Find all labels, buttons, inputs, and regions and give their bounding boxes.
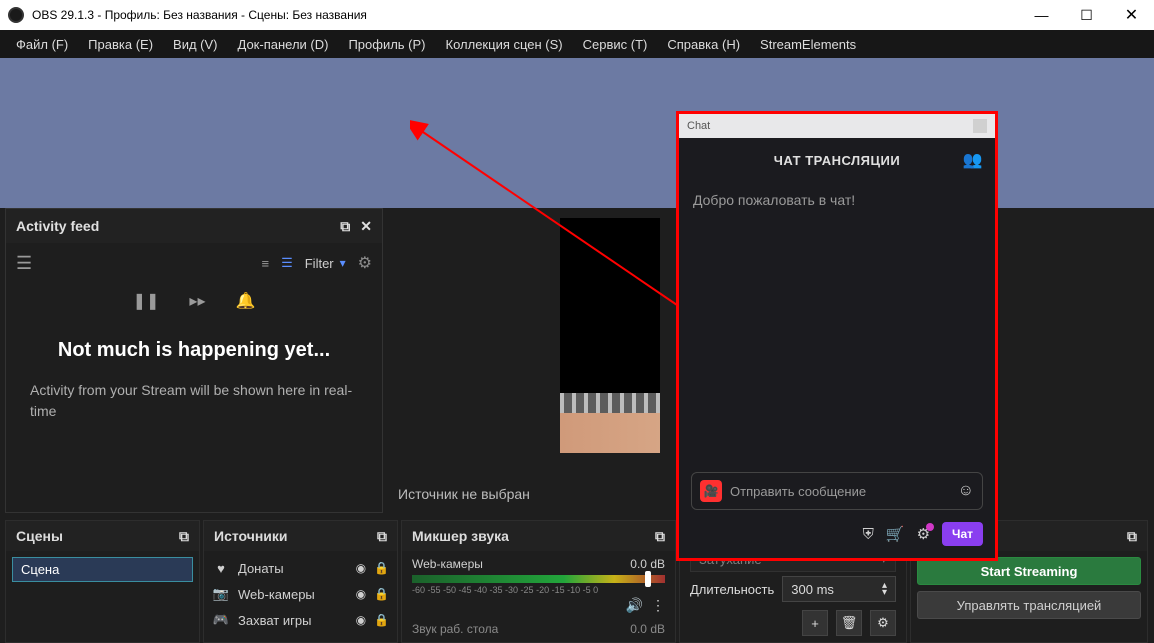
camera-icon: 📷	[212, 586, 230, 602]
menu-edit[interactable]: Правка (E)	[80, 33, 161, 56]
visibility-icon[interactable]: ◉	[356, 561, 366, 575]
duration-input[interactable]: 300 ms ▴▾	[782, 576, 896, 602]
mixer-meter	[412, 575, 665, 583]
heart-icon: ♥	[212, 561, 230, 576]
list-icon[interactable]: ☰	[281, 255, 293, 271]
viewers-icon[interactable]: 👥	[963, 150, 983, 170]
pause-icon[interactable]: ❚❚	[133, 291, 160, 311]
audio-mixer-dock: Микшер звука ⧉ Web-камеры 0.0 dB -60 -55…	[401, 520, 676, 643]
manage-broadcast-button[interactable]: Управлять трансляцией	[917, 591, 1141, 619]
chat-welcome-text: Добро пожаловать в чат!	[693, 192, 855, 208]
filter-label: Filter	[305, 256, 334, 271]
preview-source-tile[interactable]	[560, 218, 660, 453]
source-name: Захват игры	[238, 613, 348, 628]
menu-bar: Файл (F) Правка (E) Вид (V) Док-панели (…	[0, 30, 1154, 58]
lock-icon[interactable]: 🔒	[374, 613, 389, 627]
emoji-icon[interactable]: ☺	[958, 482, 974, 500]
popout-icon[interactable]: ⧉	[377, 528, 387, 545]
preview-thumbnail	[560, 393, 660, 453]
start-streaming-button[interactable]: Start Streaming	[917, 557, 1141, 585]
window-title: OBS 29.1.3 - Профиль: Без названия - Сце…	[32, 8, 367, 22]
activity-feed-title: Activity feed	[16, 218, 99, 234]
chat-window-titlebar[interactable]: Chat	[679, 114, 995, 138]
lock-icon[interactable]: 🔒	[374, 561, 389, 575]
source-name: Web-камеры	[238, 587, 348, 602]
filter-dropdown[interactable]: Filter ▾	[305, 256, 346, 271]
mixer-channel-name: Web-камеры	[412, 557, 630, 571]
mixer-channel-webcam: Web-камеры 0.0 dB -60 -55 -50 -45 -40 -3…	[412, 557, 665, 614]
gear-icon[interactable]: ⚙	[358, 253, 372, 273]
sources-dock: Источники ⧉ ♥ Донаты ◉ 🔒 📷 Web-камеры ◉ …	[203, 520, 398, 643]
more-icon[interactable]: ⋮	[651, 597, 665, 614]
chat-window-title: Chat	[687, 120, 710, 132]
mixer-scale: -60 -55 -50 -45 -40 -35 -30 -25 -20 -15 …	[412, 585, 665, 595]
chat-send-button[interactable]: Чат	[942, 522, 983, 546]
source-name: Донаты	[238, 561, 348, 576]
popout-icon[interactable]: ⧉	[655, 528, 665, 545]
menu-docks[interactable]: Док-панели (D)	[230, 33, 337, 56]
duration-value: 300 ms	[791, 582, 834, 597]
scene-item[interactable]: Сцена	[12, 557, 193, 582]
visibility-icon[interactable]: ◉	[356, 587, 366, 601]
mixer-channel-value: 0.0 dB	[630, 557, 665, 571]
source-item-gamecapture[interactable]: 🎮 Захват игры ◉ 🔒	[204, 607, 397, 633]
add-transition-button[interactable]: +	[802, 610, 828, 636]
popout-icon[interactable]: ⧉	[1127, 528, 1137, 545]
source-item-donations[interactable]: ♥ Донаты ◉ 🔒	[204, 555, 397, 581]
speaker-icon[interactable]: 🔊	[626, 597, 643, 614]
hamburger-icon[interactable]: ☰	[16, 253, 32, 274]
list-compact-icon[interactable]: ≡	[261, 256, 269, 271]
window-minimize-button[interactable]: —	[1019, 0, 1064, 30]
close-panel-icon[interactable]: ✕	[360, 218, 372, 235]
game-icon: 🎮	[212, 612, 230, 628]
visibility-icon[interactable]: ◉	[356, 613, 366, 627]
shield-icon[interactable]: ⛨	[863, 526, 874, 543]
window-titlebar: OBS 29.1.3 - Профиль: Без названия - Сце…	[0, 0, 1154, 30]
obs-logo-icon	[8, 7, 24, 23]
cart-icon[interactable]: 🛒	[886, 525, 905, 543]
window-close-button[interactable]: ✕	[1109, 0, 1154, 30]
menu-view[interactable]: Вид (V)	[165, 33, 225, 56]
menu-tools[interactable]: Сервис (T)	[575, 33, 656, 56]
chat-input-row[interactable]: 🎥 Отправить сообщение ☺	[691, 472, 983, 510]
bell-icon[interactable]: 🔔	[235, 291, 255, 311]
popout-icon[interactable]: ⧉	[340, 218, 350, 235]
scenes-title: Сцены	[16, 528, 63, 544]
activity-feed-panel: Activity feed ⧉ ✕ ☰ ≡ ☰ Filter ▾ ⚙ ❚❚ ▸▸…	[5, 208, 383, 513]
transition-settings-button[interactable]: ⚙	[870, 610, 896, 636]
chat-settings-icon[interactable]: ⚙	[917, 525, 930, 543]
menu-file[interactable]: Файл (F)	[8, 33, 76, 56]
chat-panel: Chat ЧАТ ТРАНСЛЯЦИИ 👥 Добро пожаловать в…	[676, 111, 998, 561]
mixer-channel-name: Звук раб. стола	[412, 622, 630, 636]
mixer-title: Микшер звука	[412, 528, 509, 544]
popout-icon[interactable]: ⧉	[179, 528, 189, 545]
duration-label: Длительность	[690, 582, 774, 597]
chat-header-title: ЧАТ ТРАНСЛЯЦИИ	[774, 153, 900, 168]
volume-slider-handle[interactable]	[645, 571, 651, 587]
sources-title: Источники	[214, 528, 288, 544]
menu-profile[interactable]: Профиль (P)	[340, 33, 433, 56]
skip-icon[interactable]: ▸▸	[189, 291, 205, 311]
remove-transition-button[interactable]: 🗑	[836, 610, 862, 636]
window-maximize-button[interactable]: ☐	[1064, 0, 1109, 30]
lock-icon[interactable]: 🔒	[374, 587, 389, 601]
activity-empty-title: Not much is happening yet...	[30, 339, 358, 362]
menu-streamelements[interactable]: StreamElements	[752, 33, 864, 56]
menu-scenes[interactable]: Коллекция сцен (S)	[438, 33, 571, 56]
chevron-down-icon: ▾	[340, 256, 346, 270]
notification-dot-icon	[926, 523, 934, 531]
camera-badge-icon[interactable]: 🎥	[700, 480, 722, 502]
activity-empty-subtitle: Activity from your Stream will be shown …	[30, 380, 358, 422]
chat-message-input[interactable]: Отправить сообщение	[730, 484, 950, 499]
chat-window-close-icon[interactable]	[973, 119, 987, 133]
spinner-icon: ▴▾	[882, 582, 887, 596]
source-item-webcam[interactable]: 📷 Web-камеры ◉ 🔒	[204, 581, 397, 607]
scenes-dock: Сцены ⧉ Сцена	[5, 520, 200, 643]
menu-help[interactable]: Справка (H)	[659, 33, 748, 56]
mixer-channel-value: 0.0 dB	[630, 622, 665, 636]
